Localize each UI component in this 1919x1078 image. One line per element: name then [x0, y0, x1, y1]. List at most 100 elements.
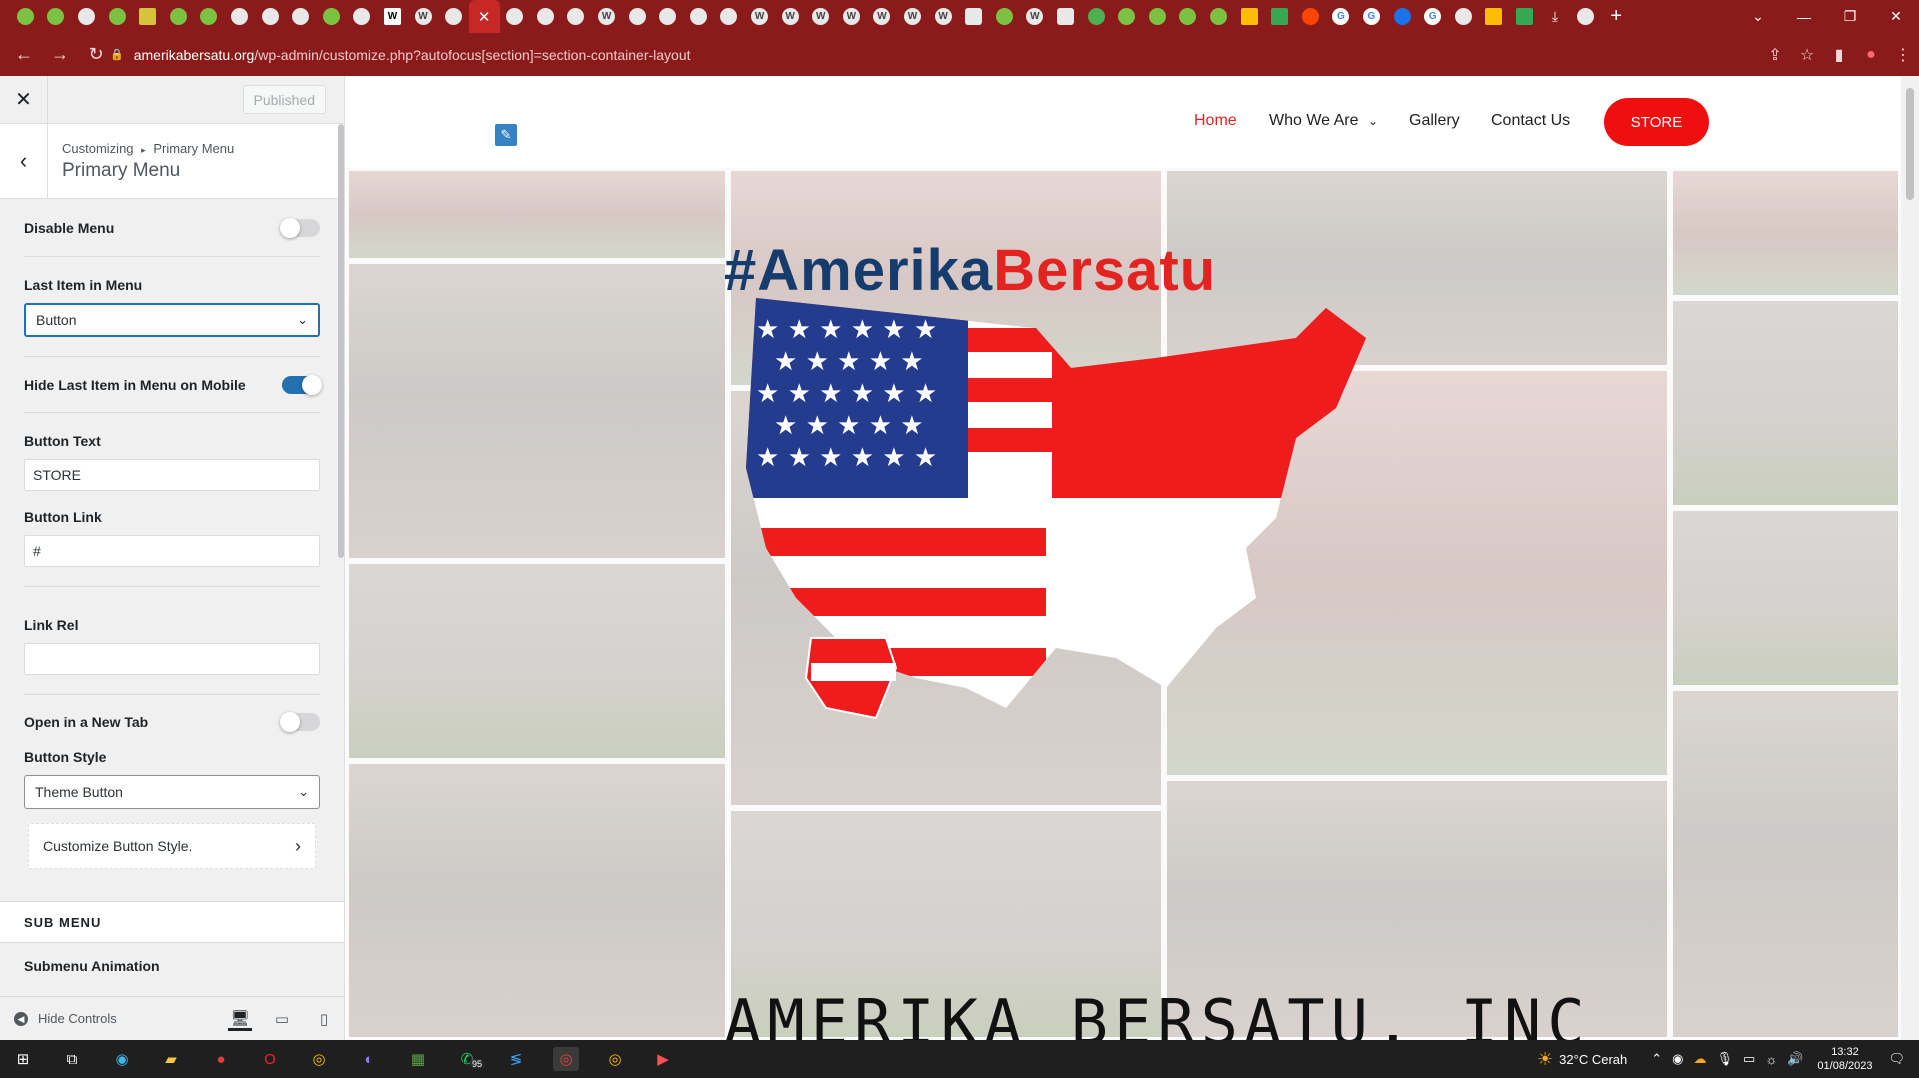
last-item-select[interactable]: Button ⌄	[24, 303, 320, 337]
tab-favicon[interactable]	[194, 0, 225, 33]
sidebar-scrollbar[interactable]	[338, 124, 344, 558]
reload-icon[interactable]: ↻	[82, 41, 110, 69]
tab-favicon[interactable]	[1111, 0, 1142, 33]
nav-home[interactable]: Home	[1194, 112, 1237, 130]
button-link-input[interactable]: #	[24, 535, 320, 567]
tab-favicon[interactable]	[1448, 0, 1479, 33]
nav-contact-us[interactable]: Contact Us	[1491, 112, 1570, 130]
tablet-preview-icon[interactable]: ▭	[270, 1007, 294, 1031]
close-customizer-icon[interactable]: ✕	[0, 76, 48, 124]
hide-controls-label[interactable]: Hide Controls	[38, 1011, 117, 1026]
wordpress-tab-icon[interactable]: W	[836, 0, 867, 33]
button-text-input[interactable]: STORE	[24, 459, 320, 491]
back-chevron-icon[interactable]: ‹	[0, 123, 48, 199]
bookmark-star-icon[interactable]: ☆	[1791, 45, 1823, 65]
screen-recorder-icon[interactable]: ▶	[650, 1047, 676, 1071]
vscode-icon[interactable]: ≶	[503, 1047, 529, 1071]
edge-icon[interactable]: ◉	[109, 1047, 135, 1071]
chrome-icon[interactable]: ◎	[306, 1047, 332, 1071]
google-drive-tab-icon[interactable]	[1479, 0, 1510, 33]
tab-favicon[interactable]	[683, 0, 714, 33]
tab-favicon[interactable]	[1173, 0, 1204, 33]
minimize-icon[interactable]: —	[1781, 9, 1827, 25]
tab-favicon[interactable]	[530, 0, 561, 33]
tab-favicon[interactable]	[10, 0, 41, 33]
google-tab-icon[interactable]: G	[1326, 0, 1357, 33]
tab-favicon[interactable]	[224, 0, 255, 33]
tab-favicon[interactable]	[561, 0, 592, 33]
new-tab-toggle[interactable]	[280, 712, 320, 732]
store-button[interactable]: STORE	[1604, 98, 1709, 146]
new-tab-plus-icon[interactable]: +	[1601, 0, 1632, 33]
tray-chevron-up-icon[interactable]: ⌃	[1651, 1051, 1662, 1067]
customize-button-style-button[interactable]: Customize Button Style. ›	[28, 823, 316, 869]
disable-menu-toggle[interactable]	[280, 217, 320, 238]
link-rel-input[interactable]	[24, 643, 320, 675]
microphone-icon[interactable]: 🎙	[1717, 1051, 1734, 1067]
tab-favicon[interactable]	[1050, 0, 1081, 33]
discord-icon[interactable]: ◐	[356, 1047, 382, 1071]
file-explorer-icon[interactable]: ▰	[158, 1047, 184, 1071]
onedrive-icon[interactable]: ☁	[1694, 1051, 1707, 1067]
tab-favicon[interactable]	[255, 0, 286, 33]
tab-favicon[interactable]	[1142, 0, 1173, 33]
minecraft-icon[interactable]: ▦	[405, 1047, 431, 1071]
tab-favicon[interactable]	[285, 0, 316, 33]
google-drive-tab-icon[interactable]	[1264, 0, 1295, 33]
side-panel-icon[interactable]: ▮	[1823, 45, 1855, 65]
google-drive-tab-icon[interactable]	[1509, 0, 1540, 33]
download-tab-icon[interactable]: ⤓	[1540, 0, 1571, 33]
media-player-icon[interactable]: ●	[208, 1047, 234, 1071]
chrome-active-icon[interactable]: ◎	[553, 1047, 579, 1071]
hide-last-item-toggle[interactable]	[282, 374, 322, 395]
tab-favicon[interactable]	[622, 0, 653, 33]
preview-scrollbar[interactable]	[1901, 76, 1919, 1040]
google-tab-icon[interactable]: G	[1356, 0, 1387, 33]
tab-favicon[interactable]	[41, 0, 72, 33]
tab-favicon[interactable]	[316, 0, 347, 33]
wordpress-tab-icon[interactable]: W	[408, 0, 439, 33]
tab-favicon[interactable]	[132, 0, 163, 33]
tab-favicon[interactable]: W	[377, 0, 408, 33]
wordpress-tab-icon[interactable]: W	[744, 0, 775, 33]
tab-favicon[interactable]	[1203, 0, 1234, 33]
brightness-icon[interactable]: ☼	[1765, 1052, 1777, 1067]
tab-favicon[interactable]	[652, 0, 683, 33]
tab-favicon[interactable]	[500, 0, 531, 33]
edit-shortcut-pencil-icon[interactable]: ✎	[495, 124, 517, 146]
wordpress-tab-icon[interactable]: W	[591, 0, 622, 33]
tab-favicon[interactable]	[1570, 0, 1601, 33]
task-view-icon[interactable]: ⧉	[59, 1047, 85, 1071]
google-drive-tab-icon[interactable]	[1234, 0, 1265, 33]
tab-search-chevron-icon[interactable]: ⌄	[1735, 8, 1781, 25]
nav-who-we-are[interactable]: Who We Are	[1269, 112, 1359, 130]
start-windows-icon[interactable]: ⊞	[10, 1047, 36, 1071]
tray-app-icon[interactable]: ◉	[1672, 1051, 1683, 1067]
chrome-profile-icon[interactable]: ◎	[602, 1047, 628, 1071]
window-close-icon[interactable]: ✕	[1873, 8, 1919, 25]
network-icon[interactable]: ▭	[1743, 1051, 1755, 1067]
browser-menu-icon[interactable]: ⋮	[1887, 45, 1919, 65]
tab-favicon[interactable]	[71, 0, 102, 33]
restore-icon[interactable]: ❐	[1827, 8, 1873, 25]
hide-controls-icon[interactable]: ◀	[14, 1011, 28, 1026]
tab-favicon[interactable]	[347, 0, 378, 33]
nav-gallery[interactable]: Gallery	[1409, 112, 1460, 130]
wordpress-tab-icon[interactable]: W	[1020, 0, 1051, 33]
tab-favicon[interactable]	[438, 0, 469, 33]
wordpress-tab-icon[interactable]: W	[805, 0, 836, 33]
button-style-select[interactable]: Theme Button ⌄	[24, 775, 320, 809]
tab-favicon[interactable]	[714, 0, 745, 33]
wordpress-tab-icon[interactable]: W	[867, 0, 898, 33]
settings-tab-icon[interactable]	[1387, 0, 1418, 33]
active-tab-close-icon[interactable]: ✕	[468, 0, 500, 33]
published-button[interactable]: Published	[242, 85, 326, 114]
desktop-preview-icon[interactable]: 🖥	[228, 1007, 252, 1031]
volume-icon[interactable]: 🔊	[1787, 1051, 1803, 1067]
weather-sun-icon[interactable]: ☀	[1537, 1049, 1553, 1070]
forward-arrow-icon[interactable]: →	[46, 41, 74, 69]
address-bar[interactable]: 🔒 amerikabersatu.org /wp-admin/customize…	[110, 39, 1786, 70]
opera-icon[interactable]: O	[257, 1047, 283, 1071]
google-tab-icon[interactable]: G	[1417, 0, 1448, 33]
tab-favicon[interactable]	[958, 0, 989, 33]
